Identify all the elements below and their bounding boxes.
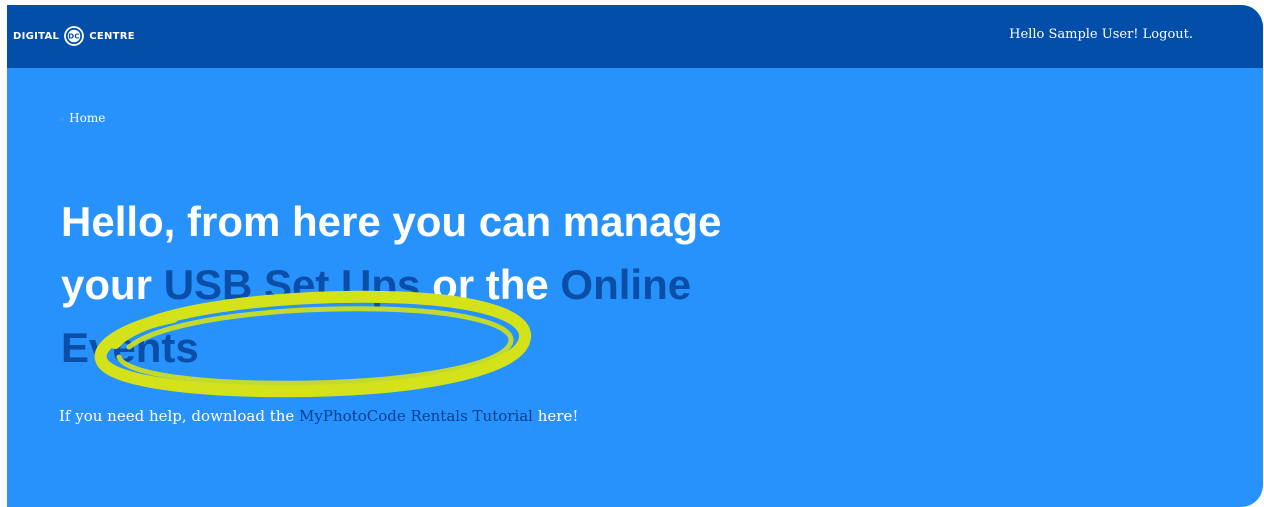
breadcrumb-home-link[interactable]: Home (69, 111, 105, 125)
logo-right-text: CENTRE (89, 30, 135, 42)
usb-set-ups-link[interactable]: USB Set Ups (164, 261, 421, 308)
page-headline: Hello, from here you can manage your USB… (61, 190, 781, 379)
top-navigation-bar: DIGITAL DC CENTRE Hello Sample User! Log… (7, 5, 1263, 68)
tutorial-download-link[interactable]: MyPhotoCode Rentals Tutorial (299, 407, 533, 425)
greeting-text: Hello Sample User! (1009, 27, 1139, 42)
help-suffix: here! (532, 407, 579, 425)
dc-logo-icon: DC (64, 26, 85, 46)
digital-centre-logo[interactable]: DIGITAL DC CENTRE (13, 26, 135, 46)
breadcrumb-separator-icon: » (59, 114, 66, 125)
user-greeting: Hello Sample User! Logout. (1009, 27, 1193, 42)
help-prefix: If you need help, download the (59, 407, 300, 425)
logout-link[interactable]: Logout. (1143, 27, 1193, 42)
help-text: If you need help, download the MyPhotoCo… (59, 407, 578, 425)
headline-text-part2: or the (420, 261, 561, 308)
app-window: DIGITAL DC CENTRE Hello Sample User! Log… (7, 5, 1263, 507)
logo-left-text: DIGITAL (13, 30, 60, 42)
logo-badge-text: DC (68, 33, 80, 41)
breadcrumb: » Home (59, 111, 105, 125)
